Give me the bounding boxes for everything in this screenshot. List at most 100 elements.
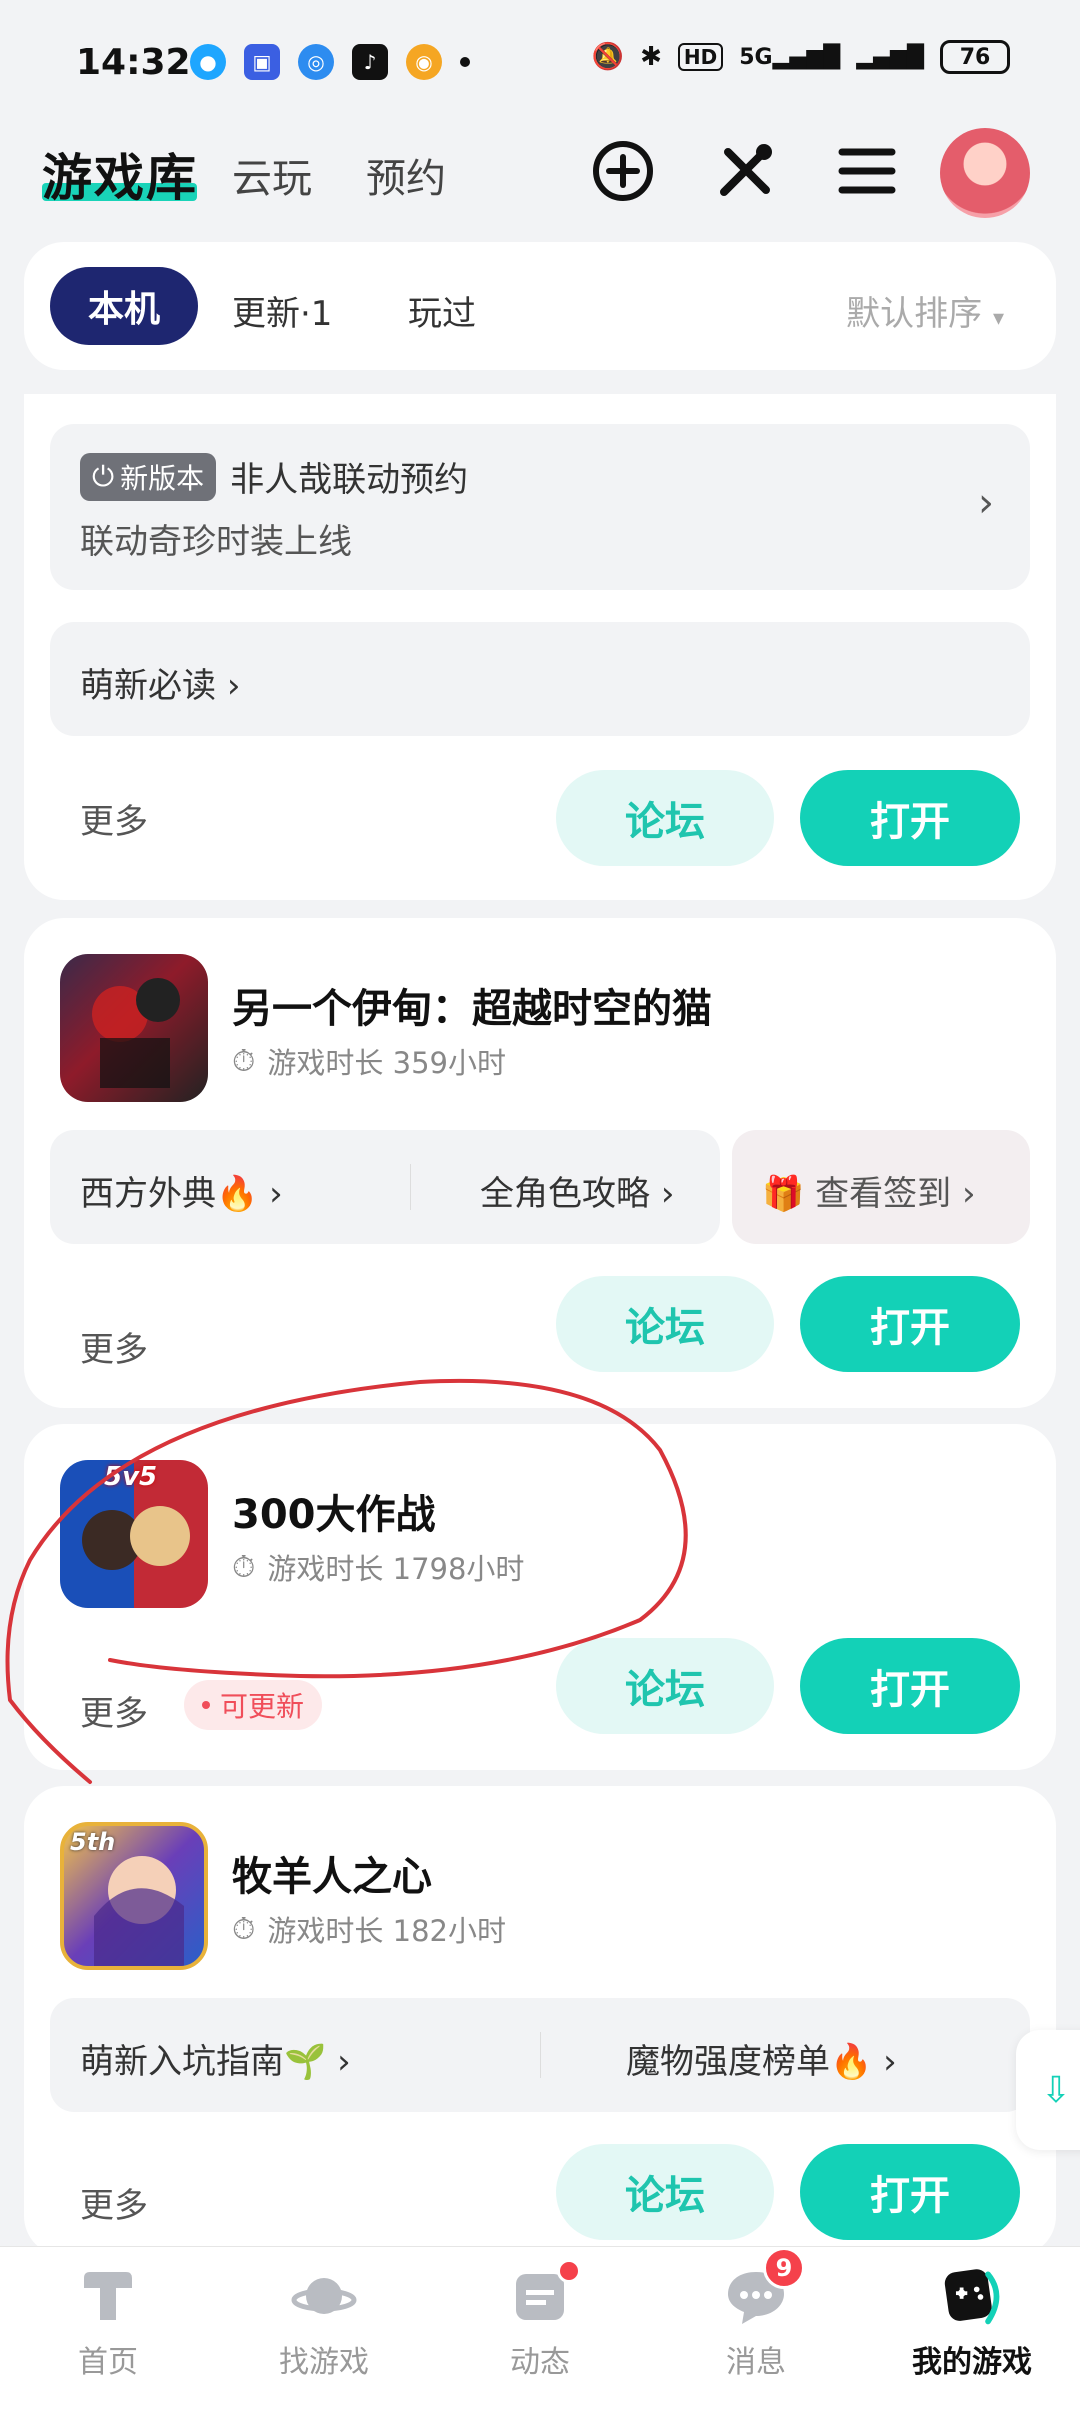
open-button[interactable]: 打开: [800, 1276, 1020, 1372]
status-indicators: 🔕 ✱ HD 5G▂▄▆█ ▂▄▆█ 76: [592, 40, 1010, 74]
event-banner[interactable]: ⏻ 新版本 非人哉联动预约 联动奇珍时装上线 ›: [50, 424, 1030, 590]
guide-link[interactable]: 萌新必读 ›: [80, 658, 240, 707]
status-bar: 14:32 ● ▣ ◎ ♪ ◉ 🔕 ✱ HD 5G▂▄▆█ ▂▄▆█ 76: [0, 0, 1080, 120]
message-count-badge: 9: [763, 2247, 805, 2289]
playtime-text: 游戏时长 182小时: [267, 1914, 506, 1948]
quick-links: 萌新入坑指南🌱 › 魔物强度榜单🔥 ›: [50, 1998, 1030, 2112]
tiktok-icon: ♪: [352, 44, 388, 80]
filter-bar: 本机 更新·1 玩过 默认排序 ▾: [24, 242, 1056, 370]
more-link[interactable]: 更多: [80, 1322, 148, 1371]
tieba-icon: ▣: [244, 44, 280, 80]
gift-icon: 🎁: [762, 1174, 805, 1214]
app-header: 游戏库 云玩 预约: [0, 128, 1080, 238]
nav-my-games[interactable]: 我的游戏: [892, 2263, 1052, 2381]
update-dot: [202, 1701, 210, 1709]
guide-link-row[interactable]: 萌新必读 ›: [50, 622, 1030, 736]
quick-link-1[interactable]: 萌新入坑指南🌱 ›: [80, 2034, 351, 2083]
checkin-label-row: 🎁 查看签到 ›: [762, 1174, 976, 1214]
playtime-row: ⏱ 游戏时长 359小时: [232, 1040, 506, 1082]
planet-icon: [291, 2263, 357, 2329]
divider: [540, 2032, 541, 2078]
nav-label: 我的游戏: [912, 2345, 1032, 2380]
playtime-row: ⏱ 游戏时长 182小时: [232, 1908, 506, 1950]
playtime-text: 游戏时长 1798小时: [267, 1552, 525, 1586]
chevron-right-icon: ›: [226, 666, 241, 706]
quick-links: 西方外典🔥 › 全角色攻略 ›: [50, 1130, 720, 1244]
chevron-right-icon: ›: [337, 2042, 351, 2082]
nav-label: 找游戏: [279, 2345, 369, 2380]
game-title[interactable]: 另一个伊甸：超越时空的猫: [232, 976, 712, 1034]
signal-icon-2: ▂▄▆█: [856, 44, 924, 70]
battery-indicator: 76: [940, 40, 1010, 74]
signal-icon: 5G▂▄▆█: [739, 44, 841, 70]
checkin-button[interactable]: 🎁 查看签到 ›: [732, 1130, 1030, 1244]
download-icon: ⇩: [1040, 2069, 1072, 2111]
tab-cloud-play[interactable]: 云玩: [232, 146, 312, 204]
page-title[interactable]: 游戏库: [42, 138, 198, 210]
update-available-badge[interactable]: 可更新: [184, 1680, 323, 1730]
download-side-tab[interactable]: ⇩: [1016, 2030, 1080, 2150]
game-title[interactable]: 牧羊人之心: [232, 1844, 432, 1902]
sort-label: 默认排序: [846, 294, 983, 334]
bluetooth-icon: ✱: [640, 42, 662, 72]
playtime-text: 游戏时长 359小时: [267, 1046, 506, 1080]
game-card-4: 5th 牧羊人之心 ⏱ 游戏时长 182小时 萌新入坑指南🌱 › 魔物强度榜单🔥…: [24, 1786, 1056, 2256]
game-title[interactable]: 300大作战: [232, 1482, 436, 1540]
forum-button[interactable]: 论坛: [556, 2144, 774, 2240]
nav-label: 动态: [510, 2345, 570, 2380]
chevron-right-icon: ›: [660, 1174, 675, 1214]
browser-icon: ◎: [298, 44, 334, 80]
quick-link-2[interactable]: 魔物强度榜单🔥 ›: [626, 2034, 897, 2083]
add-icon[interactable]: [588, 136, 658, 206]
icon-badge: 5th: [70, 1828, 116, 1856]
bottom-nav: 首页 找游戏 动态 9 消息 我的游戏: [0, 2246, 1080, 2414]
home-icon: [75, 2263, 141, 2329]
open-button[interactable]: 打开: [800, 2144, 1020, 2240]
open-button[interactable]: 打开: [800, 770, 1020, 866]
status-app-icons: ● ▣ ◎ ♪ ◉: [190, 44, 470, 80]
open-button[interactable]: 打开: [800, 1638, 1020, 1734]
nav-find-games[interactable]: 找游戏: [244, 2263, 404, 2381]
sort-dropdown[interactable]: 默认排序 ▾: [846, 286, 1004, 335]
gamepad-icon: [939, 2263, 1005, 2329]
quick-link-1[interactable]: 西方外典🔥 ›: [80, 1166, 283, 1215]
forum-button[interactable]: 论坛: [556, 770, 774, 866]
banner-title: 非人哉联动预约: [230, 460, 469, 500]
filter-chip-played[interactable]: 玩过: [408, 286, 476, 335]
banner-subtitle: 联动奇珍时装上线: [80, 522, 352, 562]
forum-button[interactable]: 论坛: [556, 1638, 774, 1734]
qq-icon: ●: [190, 44, 226, 80]
game-icon-another-eden[interactable]: [60, 954, 208, 1102]
game-icon-300-battle[interactable]: 5v5: [60, 1460, 208, 1608]
game-icon-shepherd-heart[interactable]: 5th: [60, 1822, 208, 1970]
tools-icon[interactable]: [710, 136, 780, 206]
quick-link-2[interactable]: 全角色攻略 ›: [480, 1166, 674, 1215]
nav-home[interactable]: 首页: [28, 2263, 188, 2381]
filter-chip-updates[interactable]: 更新·1: [232, 286, 332, 335]
nav-messages[interactable]: 9 消息: [676, 2247, 836, 2381]
nav-feed[interactable]: 动态: [460, 2259, 620, 2381]
feed-icon: [507, 2259, 581, 2329]
more-link[interactable]: 更多: [80, 794, 148, 843]
battery-level: 76: [959, 44, 991, 70]
tab-reserve[interactable]: 预约: [366, 146, 446, 204]
chevron-right-icon: ›: [978, 480, 994, 526]
stopwatch-icon: ⏱: [232, 1549, 256, 1585]
menu-icon[interactable]: [832, 136, 902, 206]
message-bubble-icon: 9: [723, 2247, 805, 2329]
mute-icon: 🔕: [591, 42, 625, 72]
divider: [410, 1164, 411, 1210]
chevron-right-icon: ›: [269, 1174, 283, 1214]
more-link[interactable]: 更多: [80, 1686, 148, 1735]
user-avatar[interactable]: [940, 128, 1030, 218]
nav-label: 消息: [726, 2345, 786, 2380]
more-notifications-dot: [460, 57, 470, 67]
new-version-tag: ⏻ 新版本: [80, 452, 217, 501]
forum-button[interactable]: 论坛: [556, 1276, 774, 1372]
more-link[interactable]: 更多: [80, 2178, 148, 2227]
game-card-2: 另一个伊甸：超越时空的猫 ⏱ 游戏时长 359小时 西方外典🔥 › 全角色攻略 …: [24, 918, 1056, 1408]
status-time: 14:32: [76, 42, 191, 83]
chevron-right-icon: ›: [883, 2042, 897, 2082]
filter-chip-local[interactable]: 本机: [50, 267, 198, 345]
power-icon: ⏻: [92, 459, 115, 493]
